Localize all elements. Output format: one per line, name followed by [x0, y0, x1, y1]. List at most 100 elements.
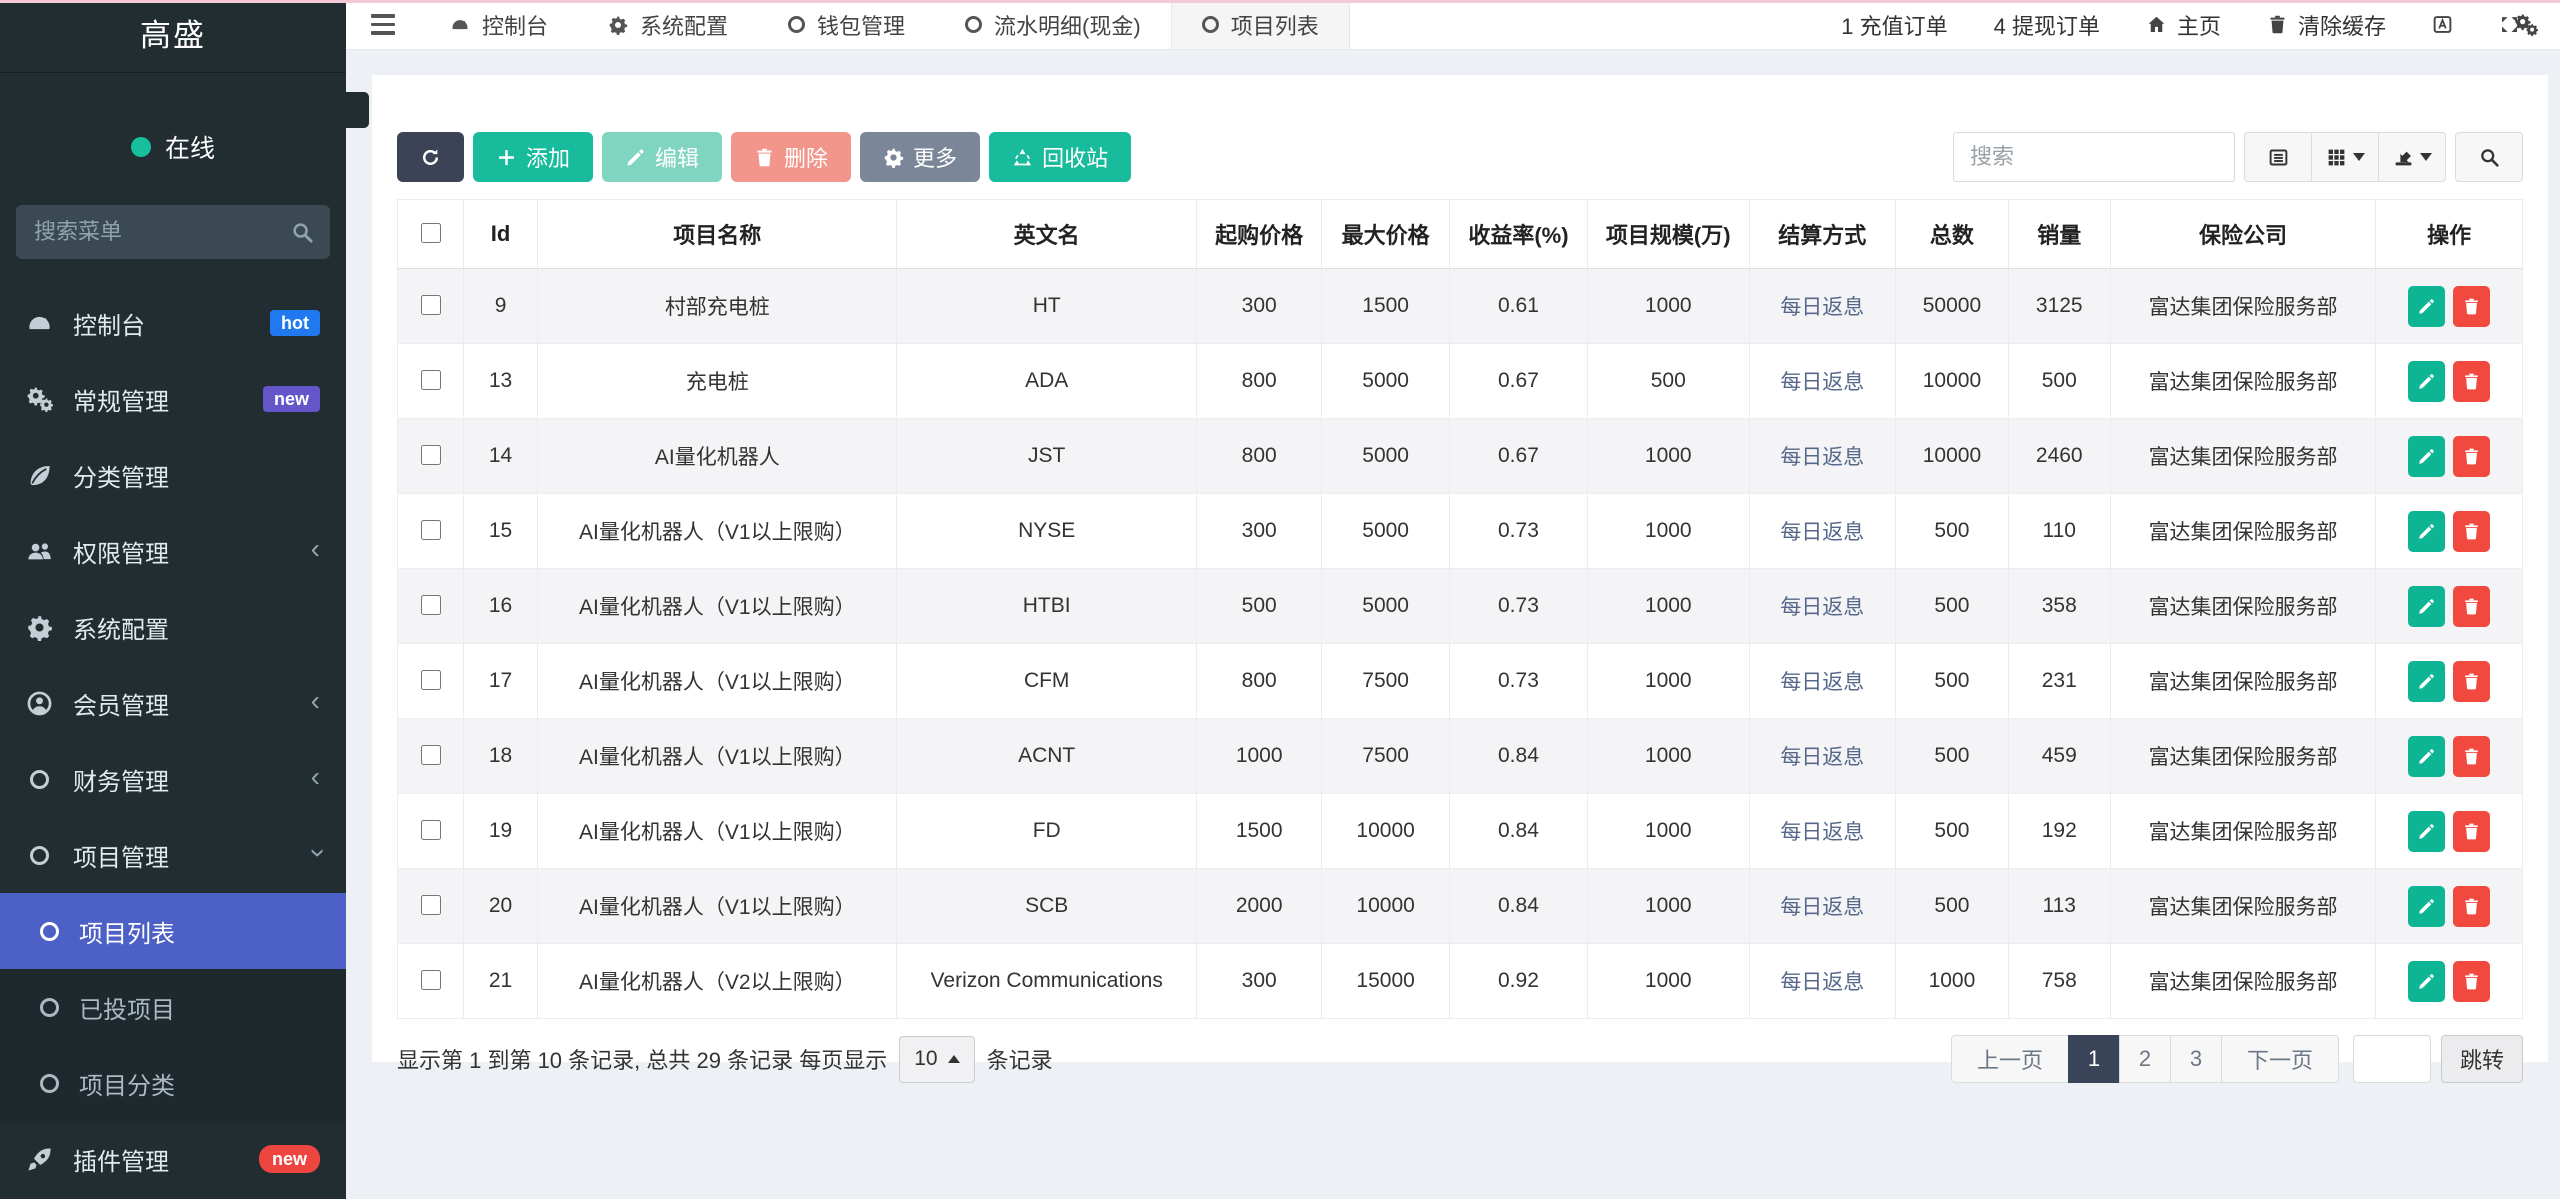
row-checkbox[interactable]: [421, 970, 441, 990]
search-button[interactable]: [2455, 132, 2523, 182]
select-all-checkbox[interactable]: [421, 223, 441, 243]
sidebar-item-project-category[interactable]: 项目分类: [0, 1045, 346, 1121]
row-edit-button[interactable]: [2408, 736, 2445, 777]
cell-sales: 192: [2008, 794, 2110, 869]
row-checkbox-cell: [398, 944, 464, 1019]
sidebar-item-invested-projects[interactable]: 已投项目: [0, 969, 346, 1045]
cell-scale: 1000: [1588, 944, 1750, 1019]
row-edit-button[interactable]: [2408, 961, 2445, 1002]
sidebar-item-system-config[interactable]: 系统配置: [0, 589, 346, 665]
prev-page-button[interactable]: 上一页: [1951, 1035, 2069, 1083]
sidebar-item-label: 项目分类: [79, 1066, 320, 1101]
circle-icon: [40, 998, 59, 1017]
cell-rate: 0.73: [1449, 644, 1587, 719]
row-checkbox[interactable]: [421, 445, 441, 465]
cell-name: AI量化机器人（V1以上限购）: [538, 719, 897, 794]
row-delete-button[interactable]: [2453, 586, 2490, 627]
clear-cache-link[interactable]: 清除缓存: [2267, 9, 2386, 41]
row-edit-button[interactable]: [2408, 286, 2445, 327]
page-button-3[interactable]: 3: [2170, 1035, 2222, 1083]
row-edit-button[interactable]: [2408, 886, 2445, 927]
row-edit-button[interactable]: [2408, 811, 2445, 852]
row-delete-button[interactable]: [2453, 286, 2490, 327]
table-search-input[interactable]: [1953, 132, 2235, 182]
row-checkbox-cell: [398, 644, 464, 719]
page-size-dropdown[interactable]: 10: [899, 1036, 974, 1083]
cell-max: 5000: [1322, 419, 1450, 494]
sidebar-item-category[interactable]: 分类管理: [0, 437, 346, 513]
sidebar-item-project-list[interactable]: 项目列表: [0, 893, 346, 969]
cell-rate: 0.61: [1449, 269, 1587, 344]
row-delete-button[interactable]: [2453, 361, 2490, 402]
chevron-down-icon: ‹: [301, 848, 329, 857]
sidebar-item-finance[interactable]: 财务管理 ‹: [0, 741, 346, 817]
row-edit-button[interactable]: [2408, 436, 2445, 477]
cell-sales: 231: [2008, 644, 2110, 719]
header-insurer: 保险公司: [2110, 200, 2376, 269]
row-edit-button[interactable]: [2408, 511, 2445, 552]
add-button[interactable]: 添加: [473, 132, 593, 182]
edit-button[interactable]: 编辑: [602, 132, 722, 182]
recharge-orders-link[interactable]: 1 充值订单: [1841, 9, 1947, 41]
rocket-icon: [26, 1146, 53, 1173]
jump-page-input[interactable]: [2353, 1035, 2431, 1083]
trash-icon: [2462, 672, 2481, 691]
sidebar-item-plugins[interactable]: 插件管理 new: [0, 1121, 346, 1197]
settings-button[interactable]: [2514, 0, 2538, 49]
row-checkbox[interactable]: [421, 745, 441, 765]
row-edit-button[interactable]: [2408, 586, 2445, 627]
row-edit-button[interactable]: [2408, 361, 2445, 402]
row-edit-button[interactable]: [2408, 661, 2445, 702]
sidebar-search-input[interactable]: [16, 205, 330, 259]
row-checkbox[interactable]: [421, 595, 441, 615]
row-delete-button[interactable]: [2453, 661, 2490, 702]
language-button[interactable]: [2432, 14, 2453, 35]
row-checkbox[interactable]: [421, 895, 441, 915]
jump-button[interactable]: 跳转: [2441, 1035, 2523, 1083]
sidebar-item-console[interactable]: 控制台 hot: [0, 285, 346, 361]
detail-view-button[interactable]: [2244, 132, 2312, 182]
cell-scale: 1000: [1588, 869, 1750, 944]
tab-console[interactable]: 控制台: [420, 0, 578, 49]
row-delete-button[interactable]: [2453, 961, 2490, 1002]
cell-id: 13: [463, 344, 537, 419]
sidebar-toggle-notch[interactable]: [346, 92, 369, 128]
columns-button[interactable]: [2311, 132, 2379, 182]
page-button-2[interactable]: 2: [2119, 1035, 2171, 1083]
row-delete-button[interactable]: [2453, 736, 2490, 777]
sidebar-item-projects[interactable]: 项目管理 ‹: [0, 817, 346, 893]
next-page-button[interactable]: 下一页: [2221, 1035, 2339, 1083]
export-button[interactable]: [2378, 132, 2446, 182]
row-checkbox[interactable]: [421, 670, 441, 690]
row-checkbox-cell: [398, 269, 464, 344]
tab-system-config[interactable]: 系统配置: [578, 0, 758, 49]
row-delete-button[interactable]: [2453, 811, 2490, 852]
home-link[interactable]: 主页: [2146, 9, 2221, 41]
delete-button[interactable]: 删除: [731, 132, 851, 182]
row-checkbox[interactable]: [421, 520, 441, 540]
tab-wallet[interactable]: 钱包管理: [758, 0, 935, 49]
row-delete-button[interactable]: [2453, 886, 2490, 927]
row-checkbox[interactable]: [421, 370, 441, 390]
more-button[interactable]: 更多: [860, 132, 980, 182]
hot-badge: hot: [270, 310, 320, 336]
withdraw-orders-link[interactable]: 4 提现订单: [1994, 9, 2100, 41]
menu-toggle-icon[interactable]: [346, 0, 420, 49]
sidebar-item-label: 财务管理: [73, 762, 311, 797]
table-body: 9村部充电桩HT30015000.611000每日返息500003125富达集团…: [398, 269, 2523, 1019]
sidebar-item-members[interactable]: 会员管理 ‹: [0, 665, 346, 741]
tab-project-list[interactable]: 项目列表: [1171, 0, 1350, 49]
sidebar-item-permission[interactable]: 权限管理 ‹: [0, 513, 346, 589]
row-delete-button[interactable]: [2453, 511, 2490, 552]
row-delete-button[interactable]: [2453, 436, 2490, 477]
row-checkbox[interactable]: [421, 820, 441, 840]
cell-insurer: 富达集团保险服务部: [2110, 719, 2376, 794]
tab-cash-flow[interactable]: 流水明细(现金): [935, 0, 1171, 49]
row-checkbox[interactable]: [421, 295, 441, 315]
page-button-1[interactable]: 1: [2068, 1035, 2120, 1083]
sidebar-item-general[interactable]: 常规管理 new: [0, 361, 346, 437]
online-status: 在线: [0, 73, 346, 177]
circle-icon: [30, 770, 49, 789]
recycle-bin-button[interactable]: 回收站: [989, 132, 1131, 182]
refresh-button[interactable]: [397, 132, 464, 182]
